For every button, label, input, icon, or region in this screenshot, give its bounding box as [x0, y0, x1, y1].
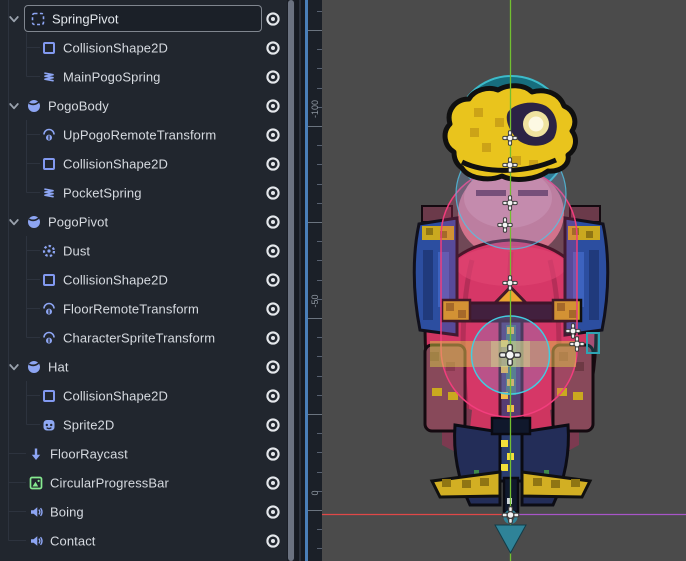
node-label: Boing	[50, 504, 84, 519]
node-label: CollisionShape2D	[63, 156, 168, 171]
particles-icon	[41, 243, 57, 259]
vertical-ruler[interactable]: -100 -50 0	[307, 0, 322, 561]
tree-row[interactable]: FloorRemoteTransform	[0, 294, 286, 323]
visibility-eye-icon[interactable]	[264, 416, 282, 434]
node-label: CollisionShape2D	[63, 388, 168, 403]
node-label: CollisionShape2D	[63, 40, 168, 55]
tree-row[interactable]: Hat	[0, 352, 286, 381]
tree-row[interactable]: CollisionShape2D	[0, 265, 286, 294]
tree-row[interactable]: Contact	[0, 526, 286, 555]
ruler-label: 0	[309, 490, 320, 496]
marquee-icon	[30, 11, 46, 27]
visibility-eye-icon[interactable]	[264, 213, 282, 231]
node-label: Sprite2D	[63, 417, 115, 432]
node-label: CollisionShape2D	[63, 272, 168, 287]
node-label: CharacterSpriteTransform	[63, 330, 216, 345]
camera-rect-gizmo	[586, 332, 600, 354]
visibility-eye-icon[interactable]	[264, 503, 282, 521]
scene-tree-panel: SpringPivot CollisionShape2D MainPogoSpr…	[0, 0, 295, 561]
chevron-down-icon[interactable]	[6, 98, 22, 114]
node-label: Dust	[63, 243, 91, 258]
tree-row[interactable]: Dust	[0, 236, 286, 265]
raycast-icon	[28, 446, 44, 462]
node-label: Hat	[48, 359, 69, 374]
node-label: PogoPivot	[48, 214, 109, 229]
tree-row[interactable]: Sprite2D	[0, 410, 286, 439]
tree-row[interactable]: PogoBody	[0, 91, 286, 120]
viewport-2d[interactable]	[322, 0, 686, 561]
visibility-eye-icon[interactable]	[264, 68, 282, 86]
physics-body-icon	[26, 359, 42, 375]
visibility-eye-icon[interactable]	[264, 300, 282, 318]
tree-row[interactable]: CircularProgressBar	[0, 468, 286, 497]
visibility-eye-icon[interactable]	[264, 329, 282, 347]
tree-row[interactable]: CollisionShape2D	[0, 149, 286, 178]
visibility-eye-icon[interactable]	[264, 155, 282, 173]
node-label: CircularProgressBar	[50, 475, 169, 490]
dock-splitter[interactable]	[295, 0, 305, 561]
visibility-eye-icon[interactable]	[264, 242, 282, 260]
tree-row[interactable]: PocketSpring	[0, 178, 286, 207]
tree-row[interactable]: CollisionShape2D	[0, 33, 286, 62]
rename-input[interactable]: SpringPivot	[24, 5, 262, 32]
viewport-canvas[interactable]	[322, 0, 686, 561]
visibility-eye-icon[interactable]	[264, 532, 282, 550]
visibility-eye-icon[interactable]	[264, 271, 282, 289]
spring-joint-icon	[41, 69, 57, 85]
chevron-down-icon[interactable]	[6, 214, 22, 230]
visibility-eye-icon[interactable]	[264, 126, 282, 144]
visibility-eye-icon[interactable]	[264, 387, 282, 405]
visibility-eye-icon[interactable]	[264, 358, 282, 376]
ruler-label: -100	[309, 100, 320, 119]
texture-progress-icon	[28, 475, 44, 491]
node-label: PocketSpring	[63, 185, 142, 200]
visibility-eye-icon[interactable]	[264, 474, 282, 492]
chevron-down-icon[interactable]	[6, 359, 22, 375]
physics-body-icon	[26, 214, 42, 230]
tree-row[interactable]: FloorRaycast	[0, 439, 286, 468]
audio-player-icon	[28, 533, 44, 549]
spring-joint-icon	[41, 185, 57, 201]
tree-scrollbar-thumb[interactable]	[288, 0, 294, 561]
node-label: FloorRaycast	[50, 446, 128, 461]
node-label: FloorRemoteTransform	[63, 301, 199, 316]
remote-transform-icon	[41, 301, 57, 317]
visibility-eye-icon[interactable]	[264, 184, 282, 202]
tree-row[interactable]: CharacterSpriteTransform	[0, 323, 286, 352]
godot-editor: SpringPivot CollisionShape2D MainPogoSpr…	[0, 0, 686, 561]
collision-shape-icon	[41, 272, 57, 288]
ruler-label: -50	[309, 294, 320, 308]
node-label: PogoBody	[48, 98, 109, 113]
tree-row[interactable]: Boing	[0, 497, 286, 526]
node-label: Contact	[50, 533, 96, 548]
node-label: UpPogoRemoteTransform	[63, 127, 217, 142]
node-label: MainPogoSpring	[63, 69, 161, 84]
audio-player-icon	[28, 504, 44, 520]
tree-row[interactable]: MainPogoSpring	[0, 62, 286, 91]
chevron-down-icon[interactable]	[6, 11, 22, 27]
physics-body-icon	[26, 98, 42, 114]
visibility-eye-icon[interactable]	[264, 10, 282, 28]
remote-transform-icon	[41, 330, 57, 346]
rename-value: SpringPivot	[52, 11, 119, 26]
visibility-eye-icon[interactable]	[264, 39, 282, 57]
tree-row[interactable]: PogoPivot	[0, 207, 286, 236]
tree-row[interactable]: CollisionShape2D	[0, 381, 286, 410]
visibility-eye-icon[interactable]	[264, 445, 282, 463]
collision-shape-icon	[41, 388, 57, 404]
collision-shape-icon	[41, 156, 57, 172]
tree-row[interactable]: UpPogoRemoteTransform	[0, 120, 286, 149]
splitter-line	[299, 0, 301, 561]
sprite-icon	[41, 417, 57, 433]
tree-row-springpivot[interactable]: SpringPivot	[0, 4, 286, 33]
remote-transform-icon	[41, 127, 57, 143]
visibility-eye-icon[interactable]	[264, 97, 282, 115]
collision-shape-icon	[41, 40, 57, 56]
